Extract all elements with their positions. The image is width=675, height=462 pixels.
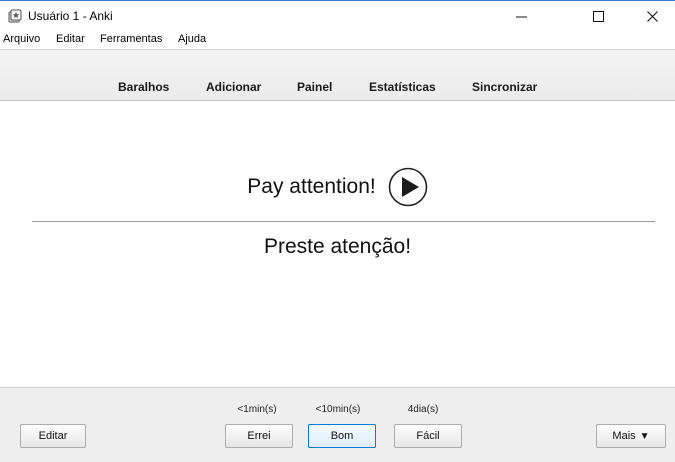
card-front-text: Pay attention! [247, 175, 376, 198]
menu-ajuda[interactable]: Ajuda [178, 33, 206, 45]
toolbar-decks-link[interactable]: Baralhos [118, 80, 169, 94]
toolbar-browse-link[interactable]: Painel [297, 80, 332, 94]
caret-down-icon: ▼ [639, 430, 650, 442]
more-button-label: Mais [612, 430, 636, 442]
minimize-icon [515, 16, 527, 17]
menu-bar: Arquivo Editar Ferramentas Ajuda [0, 31, 675, 49]
interval-good: <10min(s) [315, 404, 361, 415]
again-button[interactable]: Errei [225, 424, 293, 448]
interval-easy: 4dia(s) [407, 404, 439, 415]
anki-app-icon [8, 9, 22, 23]
menu-arquivo[interactable]: Arquivo [3, 33, 40, 45]
menu-editar[interactable]: Editar [56, 33, 85, 45]
edit-button[interactable]: Editar [20, 424, 86, 448]
maximize-icon [592, 10, 604, 22]
close-button[interactable] [629, 1, 675, 31]
answer-bar: <1min(s) <10min(s) 4dia(s) Editar Errei … [0, 387, 675, 462]
menu-ferramentas[interactable]: Ferramentas [100, 33, 162, 45]
toolbar-stats-link[interactable]: Estatísticas [369, 80, 436, 94]
title-bar[interactable]: Usuário 1 - Anki [0, 1, 675, 31]
close-icon [646, 10, 658, 22]
minimize-button[interactable] [498, 1, 544, 31]
interval-again: <1min(s) [237, 404, 277, 415]
card-front-row: Pay attention! [0, 165, 675, 209]
toolbar-add-link[interactable]: Adicionar [206, 80, 261, 94]
card-back-text: Preste atenção! [263, 235, 412, 258]
anki-window: Usuário 1 - Anki Arquivo Editar Ferramen… [0, 0, 675, 462]
window-title: Usuário 1 - Anki [28, 9, 113, 23]
answer-divider [32, 221, 655, 222]
more-button[interactable]: Mais ▼ [596, 424, 666, 448]
play-icon[interactable] [388, 167, 428, 207]
good-button[interactable]: Bom [308, 424, 376, 448]
toolbar-sync-link[interactable]: Sincronizar [472, 80, 537, 94]
easy-button[interactable]: Fácil [394, 424, 462, 448]
maximize-button[interactable] [575, 1, 621, 31]
card-view: Pay attention! Preste atenção! [0, 101, 675, 387]
main-toolbar: Baralhos Adicionar Painel Estatísticas S… [0, 49, 675, 101]
